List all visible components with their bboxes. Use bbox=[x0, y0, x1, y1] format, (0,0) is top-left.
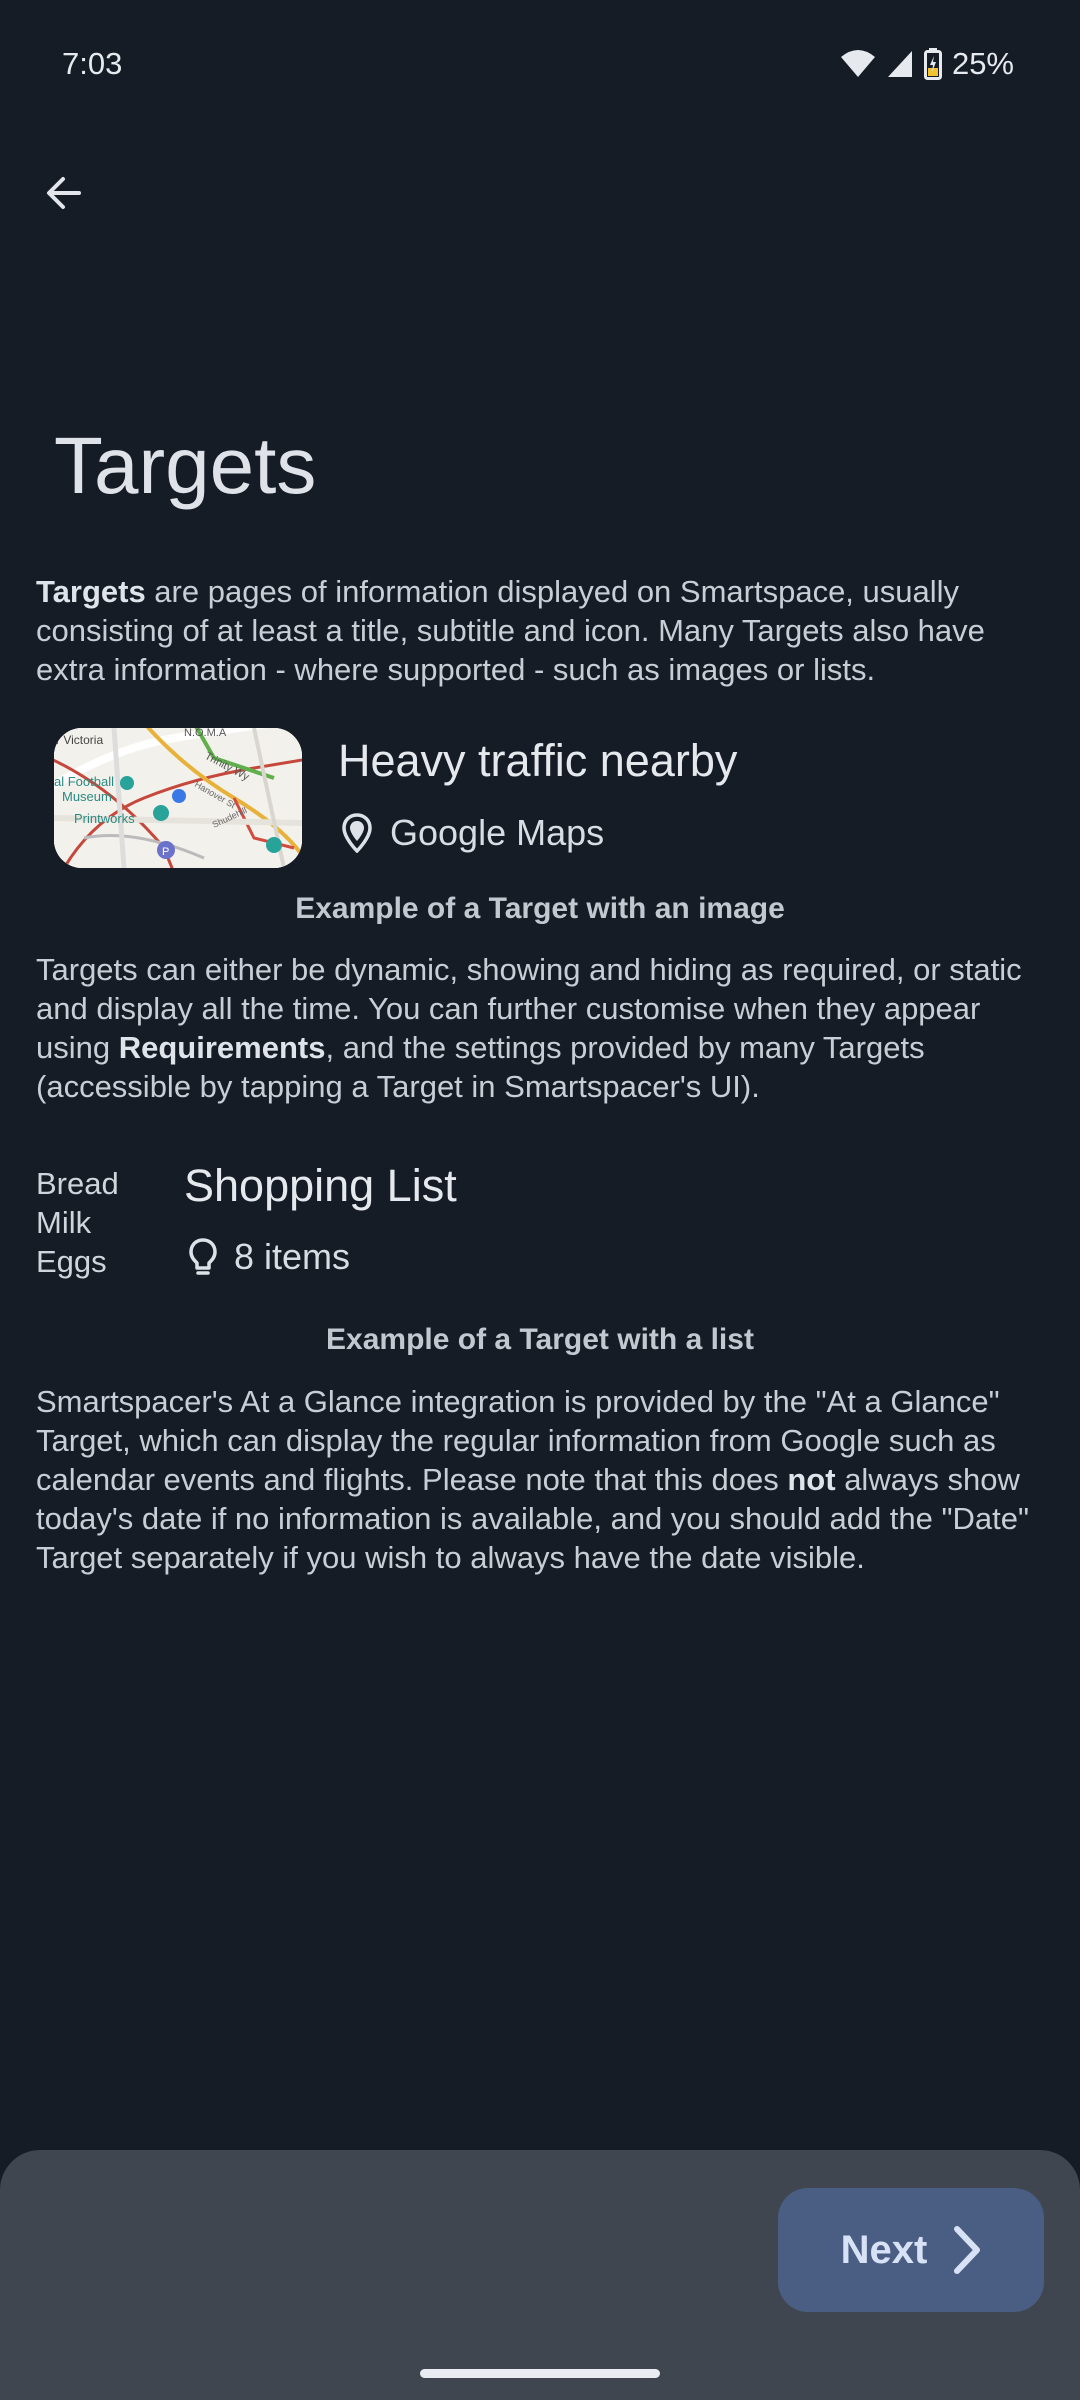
list-target-subtitle: 8 items bbox=[234, 1236, 351, 1277]
status-bar: 7:03 25% bbox=[0, 0, 1080, 135]
map-pin-icon bbox=[342, 813, 372, 853]
svg-text:P: P bbox=[162, 846, 169, 858]
lightbulb-icon bbox=[189, 1238, 217, 1275]
list-target-items: Bread Milk Eggs bbox=[36, 1164, 119, 1281]
next-button[interactable]: Next bbox=[778, 2188, 1044, 2312]
page-title: Targets bbox=[54, 421, 317, 510]
map-label-roma: N.O.M.A bbox=[184, 728, 227, 739]
dynamic-bold-term: Requirements bbox=[118, 1030, 326, 1065]
list-item: Eggs bbox=[36, 1244, 107, 1279]
map-label-museum-2: Museum bbox=[62, 789, 112, 804]
next-button-label: Next bbox=[840, 2227, 928, 2272]
home-indicator[interactable] bbox=[420, 2369, 660, 2378]
image-target-subtitle: Google Maps bbox=[390, 812, 605, 853]
list-target-subtitle-row: 8 items bbox=[188, 1236, 350, 1278]
intro-bold-term: Targets bbox=[36, 574, 146, 609]
map-label-victoria: r Victoria bbox=[56, 733, 103, 747]
chevron-right-icon bbox=[954, 2226, 981, 2274]
onboarding-screen: 7:03 25% Targets Targets are pages of in… bbox=[0, 0, 1080, 2400]
image-target-caption: Example of a Target with an image bbox=[295, 892, 785, 925]
battery-percent: 25% bbox=[951, 46, 1014, 81]
status-time: 7:03 bbox=[62, 46, 123, 81]
dynamic-paragraph: Targets can either be dynamic, showing a… bbox=[36, 950, 1046, 1106]
wifi-icon bbox=[840, 49, 876, 79]
arrow-back-icon bbox=[47, 177, 81, 209]
map-thumbnail: P r Victoria al Football Museum Printwor… bbox=[54, 728, 302, 868]
image-target-subtitle-row: Google Maps bbox=[342, 812, 604, 854]
map-label-museum-1: al Football bbox=[54, 774, 114, 789]
image-target-title: Heavy traffic nearby bbox=[338, 735, 738, 786]
status-icons: 25% bbox=[840, 46, 1014, 82]
glance-bold-term: not bbox=[787, 1462, 836, 1497]
list-target-caption: Example of a Target with a list bbox=[326, 1323, 754, 1356]
back-button[interactable] bbox=[30, 160, 96, 226]
list-item: Bread bbox=[36, 1166, 119, 1201]
cell-signal-icon bbox=[886, 49, 914, 79]
battery-icon bbox=[923, 48, 942, 80]
at-a-glance-paragraph: Smartspacer's At a Glance integration is… bbox=[36, 1382, 1046, 1577]
list-target-title: Shopping List bbox=[184, 1160, 457, 1211]
intro-text: are pages of information displayed on Sm… bbox=[36, 574, 985, 687]
map-label-printworks: Printworks bbox=[74, 811, 135, 826]
bottom-navigation-bar: Next bbox=[0, 2150, 1080, 2400]
list-item: Milk bbox=[36, 1205, 92, 1240]
intro-paragraph: Targets are pages of information display… bbox=[36, 572, 1046, 689]
